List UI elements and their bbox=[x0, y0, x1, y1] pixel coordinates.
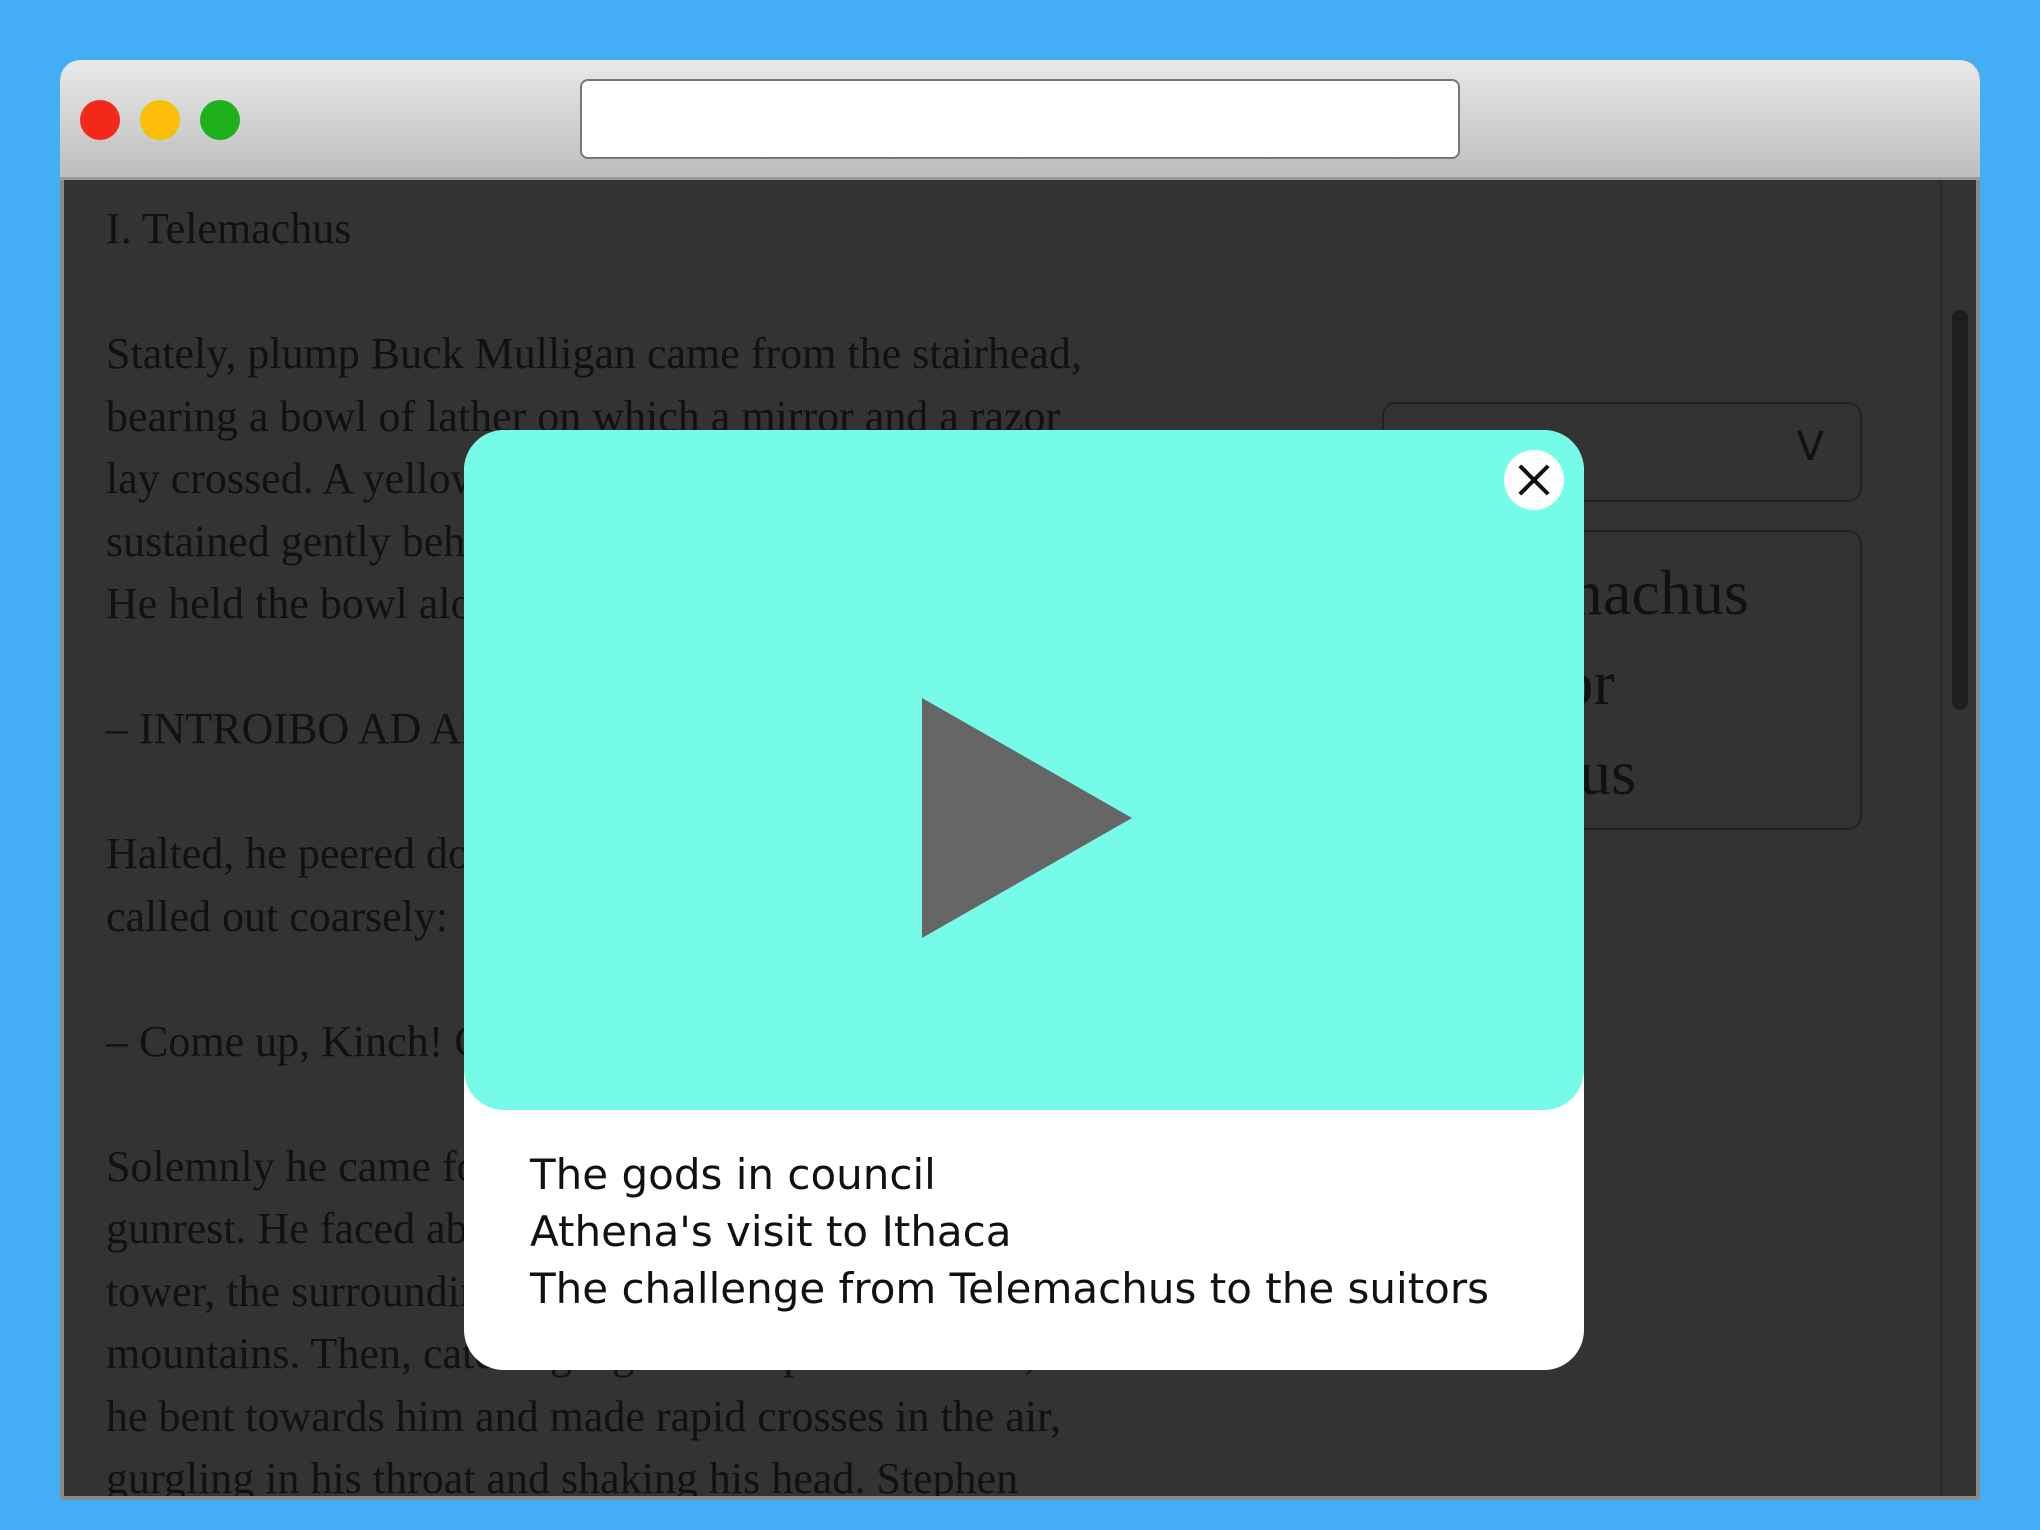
close-window-button[interactable] bbox=[80, 100, 120, 140]
video-modal: The gods in council Athena's visit to It… bbox=[464, 430, 1584, 1370]
video-player[interactable] bbox=[464, 430, 1584, 1110]
close-modal-button[interactable] bbox=[1504, 450, 1564, 510]
video-chapter-item[interactable]: The challenge from Telemachus to the sui… bbox=[530, 1260, 1489, 1317]
page-content: I. Telemachus Stately, plump Buck Mullig… bbox=[60, 180, 1980, 1500]
video-chapter-item[interactable]: Athena's visit to Ithaca bbox=[530, 1203, 1489, 1260]
title-bar bbox=[60, 60, 1980, 180]
address-bar[interactable] bbox=[580, 79, 1460, 159]
maximize-window-button[interactable] bbox=[200, 100, 240, 140]
browser-window: I. Telemachus Stately, plump Buck Mullig… bbox=[60, 60, 1980, 1500]
video-chapter-item[interactable]: The gods in council bbox=[530, 1146, 1489, 1203]
video-chapters: The gods in council Athena's visit to It… bbox=[530, 1146, 1489, 1317]
minimize-window-button[interactable] bbox=[140, 100, 180, 140]
play-icon[interactable] bbox=[922, 698, 1132, 938]
